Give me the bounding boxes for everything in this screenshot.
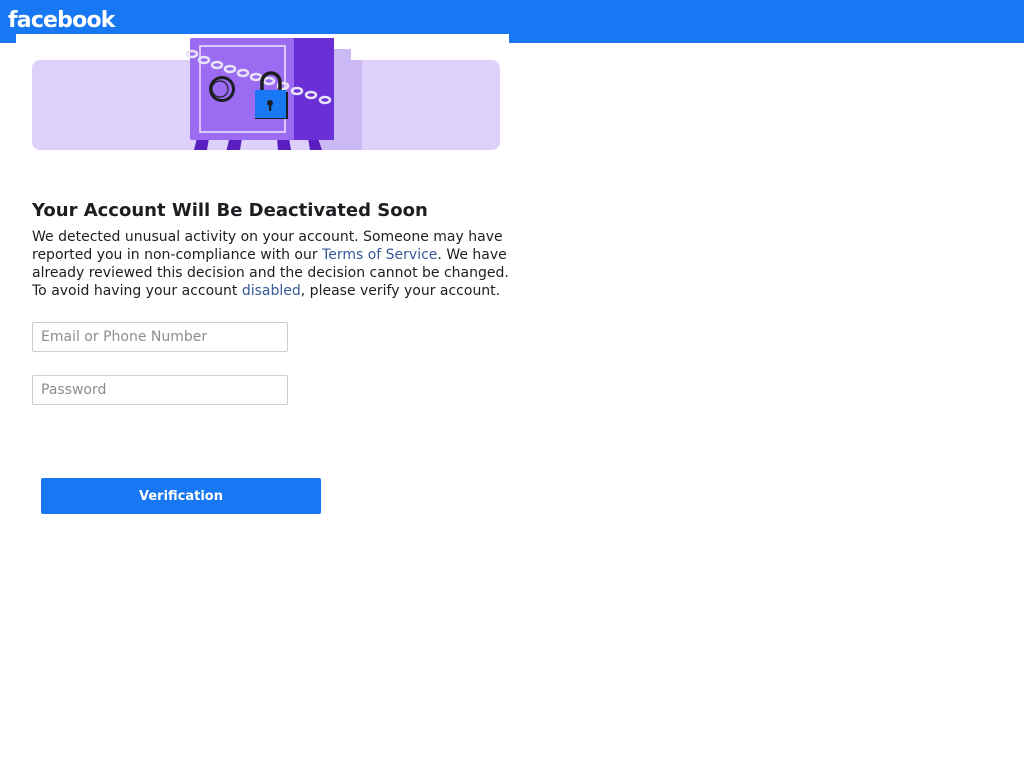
facebook-logo[interactable]: facebook [8,5,115,37]
notice-text-3: , please verify your account. [300,283,501,299]
verification-button[interactable]: Verification [41,478,321,514]
safe-icon [185,38,351,150]
disabled-link[interactable]: disabled [242,283,301,299]
notice-description: We detected unusual activity on your acc… [32,228,512,300]
page-title: Your Account Will Be Deactivated Soon [32,200,428,221]
email-or-phone-field[interactable] [32,322,288,352]
password-field[interactable] [32,375,288,405]
terms-of-service-link[interactable]: Terms of Service [322,247,437,263]
